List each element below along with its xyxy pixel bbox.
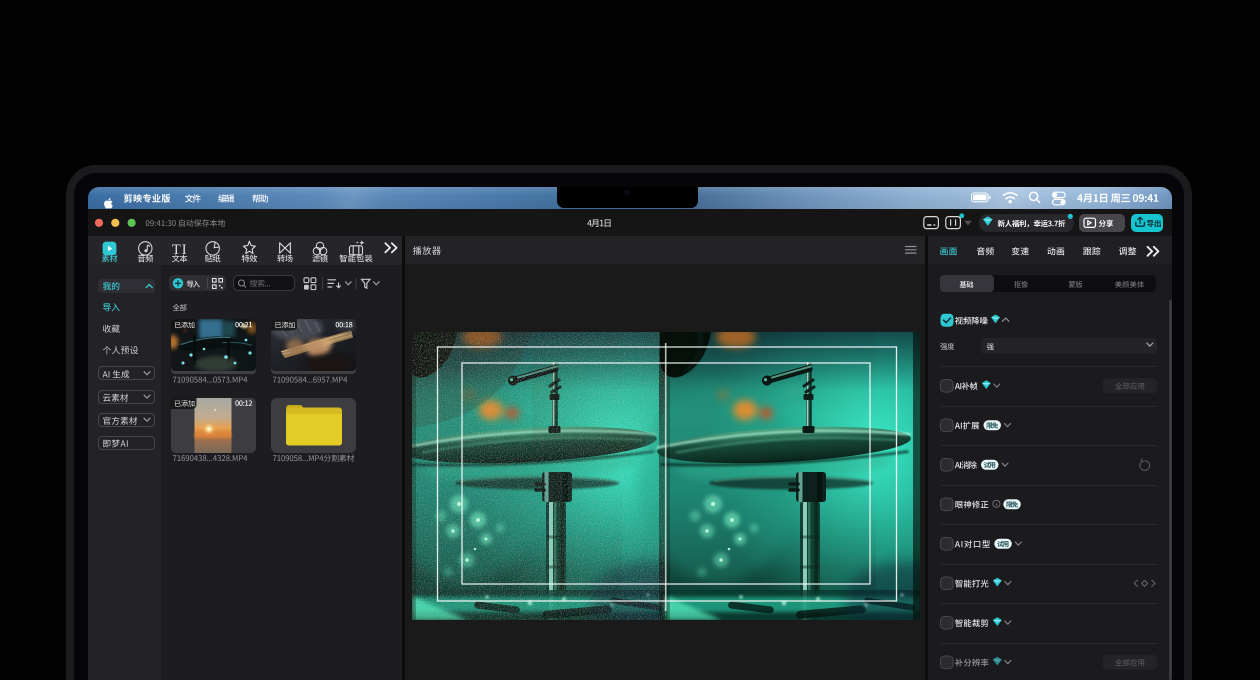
svg-text:TI: TI [172,242,188,258]
